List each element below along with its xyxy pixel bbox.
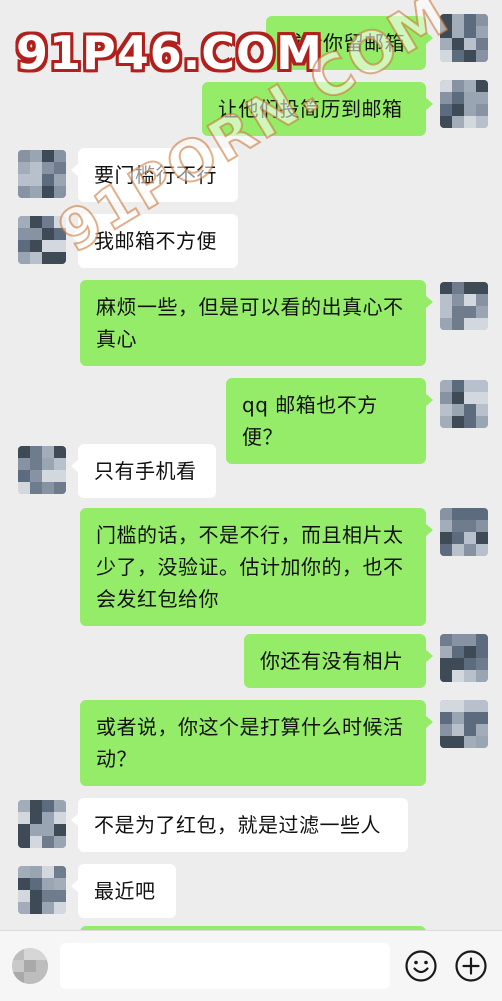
message-bubble-received[interactable]: 不是为了红包，就是过滤一些人 <box>71 798 408 852</box>
message-bubble-sent[interactable]: 门槛的话，不是不行，而且相片太少了，没验证。估计加你的，也不会发红包给你 <box>80 508 433 626</box>
message-text: 或者说，你这个是打算什么时候活动？ <box>96 715 404 771</box>
my-avatar[interactable] <box>440 700 488 748</box>
message-bubble-received[interactable]: 最近吧 <box>71 864 176 918</box>
message-text: 门槛的话，不是不行，而且相片太少了，没验证。估计加你的，也不会发红包给你 <box>96 523 404 611</box>
message-bubble-sent[interactable]: 你还有没有相片 <box>244 634 433 688</box>
contact-avatar[interactable] <box>18 150 66 198</box>
chat-message-list[interactable]: 或者你留邮箱 让他们投简历到邮箱 要门槛行不行 我邮箱不方便 麻烦一些，但是可以… <box>0 0 502 930</box>
message-text: qq 邮箱也不方便？ <box>242 393 378 449</box>
contact-avatar[interactable] <box>18 866 66 914</box>
message-text: 让他们投简历到邮箱 <box>218 97 403 121</box>
more-button[interactable] <box>454 949 488 983</box>
message-text: 你还有没有相片 <box>260 649 404 673</box>
chat-input-bar <box>0 930 502 1001</box>
message-text: 最近吧 <box>94 879 156 903</box>
message-bubble-sent[interactable]: 或者你留邮箱 <box>266 16 433 70</box>
message-bubble-sent[interactable]: 让他们投简历到邮箱 <box>202 82 433 136</box>
emoji-icon <box>405 950 437 982</box>
message-bubble-sent[interactable]: 或者说，你这个是打算什么时候活动？ <box>80 700 433 786</box>
message-input[interactable] <box>60 943 390 989</box>
voice-button[interactable] <box>12 948 48 984</box>
message-text: 要门槛行不行 <box>94 163 217 187</box>
my-avatar[interactable] <box>440 380 488 428</box>
message-bubble-received[interactable]: 要门槛行不行 <box>71 148 238 202</box>
contact-avatar[interactable] <box>18 800 66 848</box>
my-avatar[interactable] <box>440 282 488 330</box>
message-text: 或者你留邮箱 <box>282 31 405 55</box>
plus-icon <box>455 950 487 982</box>
message-text: 麻烦一些，但是可以看的出真心不真心 <box>96 295 404 351</box>
message-bubble-received[interactable]: 只有手机看 <box>71 444 216 498</box>
my-avatar[interactable] <box>440 14 488 62</box>
message-bubble-sent[interactable]: 麻烦一些，但是可以看的出真心不真心 <box>80 280 433 366</box>
message-bubble-received[interactable]: 我邮箱不方便 <box>71 214 238 268</box>
emoji-button[interactable] <box>404 949 438 983</box>
contact-avatar[interactable] <box>18 446 66 494</box>
message-text: 不是为了红包，就是过滤一些人 <box>94 813 381 837</box>
message-text: 只有手机看 <box>94 459 197 483</box>
message-bubble-sent[interactable]: qq 邮箱也不方便？ <box>226 378 433 464</box>
my-avatar[interactable] <box>440 508 488 556</box>
my-avatar[interactable] <box>440 634 488 682</box>
message-text: 我邮箱不方便 <box>94 229 217 253</box>
contact-avatar[interactable] <box>18 216 66 264</box>
my-avatar[interactable] <box>440 80 488 128</box>
